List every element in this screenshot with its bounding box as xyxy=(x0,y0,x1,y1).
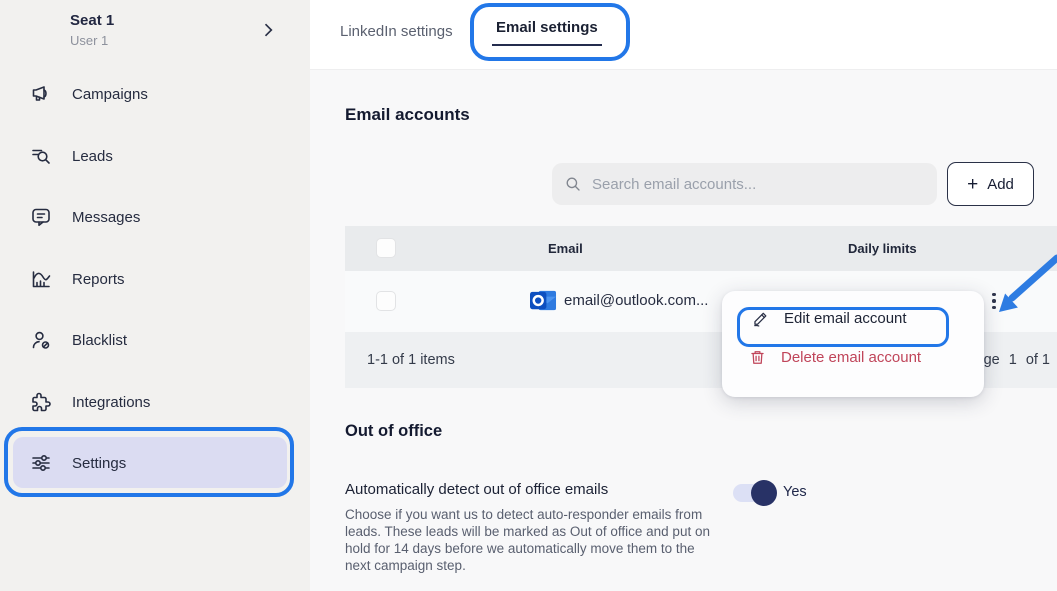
blocked-user-icon xyxy=(29,328,53,352)
lead-search-icon xyxy=(29,144,53,168)
out-of-office-toggle[interactable] xyxy=(733,484,775,502)
seat-selector[interactable]: Seat 1 User 1 xyxy=(70,12,114,48)
tab-email-settings[interactable]: Email settings xyxy=(492,19,602,46)
sidebar-item-label: Campaigns xyxy=(72,86,148,103)
plus-icon: + xyxy=(967,175,978,194)
toggle-value-label: Yes xyxy=(783,484,807,500)
search-box xyxy=(552,163,937,205)
sidebar: Seat 1 User 1 Campaigns Leads Messages R… xyxy=(0,0,310,591)
sidebar-item-blacklist[interactable]: Blacklist xyxy=(0,320,310,360)
pencil-icon xyxy=(751,309,770,328)
sidebar-item-settings[interactable]: Settings xyxy=(0,443,310,483)
sliders-icon xyxy=(29,451,53,475)
row-checkbox[interactable] xyxy=(376,291,396,311)
message-bubble-icon xyxy=(29,205,53,229)
puzzle-icon xyxy=(29,390,53,414)
items-count: 1-1 of 1 items xyxy=(367,352,455,368)
out-of-office-setting-label: Automatically detect out of office email… xyxy=(345,481,608,498)
sidebar-item-messages[interactable]: Messages xyxy=(0,197,310,237)
seat-title: Seat 1 xyxy=(70,12,114,29)
row-context-menu: Edit email account Delete email account xyxy=(722,291,984,397)
out-of-office-description: Choose if you want us to detect auto-res… xyxy=(345,506,713,574)
email-address: email@outlook.com... xyxy=(564,292,708,309)
toggle-knob xyxy=(751,480,777,506)
sidebar-item-label: Integrations xyxy=(72,394,150,411)
menu-item-label: Edit email account xyxy=(784,310,907,327)
sidebar-item-integrations[interactable]: Integrations xyxy=(0,382,310,422)
column-header-email: Email xyxy=(548,241,583,256)
sidebar-item-reports[interactable]: Reports xyxy=(0,259,310,299)
sidebar-item-label: Reports xyxy=(72,271,125,288)
tab-linkedin-settings[interactable]: LinkedIn settings xyxy=(340,23,453,40)
kebab-menu-icon[interactable] xyxy=(986,286,1002,316)
sidebar-item-label: Messages xyxy=(72,209,140,226)
chart-icon xyxy=(29,267,53,291)
add-button-label: Add xyxy=(987,176,1014,193)
megaphone-icon xyxy=(29,82,53,106)
search-icon xyxy=(564,175,582,193)
menu-item-edit-email-account[interactable]: Edit email account xyxy=(751,309,907,328)
topbar: LinkedIn settings Email settings xyxy=(310,0,1057,70)
sidebar-item-campaigns[interactable]: Campaigns xyxy=(0,74,310,114)
column-header-daily-limits: Daily limits xyxy=(848,241,917,256)
chevron-right-icon[interactable] xyxy=(258,20,278,40)
select-all-checkbox[interactable] xyxy=(376,238,396,258)
section-title-out-of-office: Out of office xyxy=(345,422,442,441)
pagination-current: 1 xyxy=(1009,352,1017,368)
outlook-icon xyxy=(530,288,557,314)
sidebar-item-label: Leads xyxy=(72,148,113,165)
sidebar-item-label: Settings xyxy=(72,455,126,472)
sidebar-item-leads[interactable]: Leads xyxy=(0,136,310,176)
sidebar-item-label: Blacklist xyxy=(72,332,127,349)
seat-subtitle: User 1 xyxy=(70,33,114,48)
trash-icon xyxy=(748,348,767,367)
table-header-row: Email Daily limits xyxy=(345,226,1057,271)
menu-item-label: Delete email account xyxy=(781,349,921,366)
search-input[interactable] xyxy=(592,176,912,193)
add-button[interactable]: + Add xyxy=(947,162,1034,206)
menu-item-delete-email-account[interactable]: Delete email account xyxy=(748,348,921,367)
section-title-email-accounts: Email accounts xyxy=(345,105,470,125)
pagination-total: of 1 xyxy=(1026,352,1050,368)
